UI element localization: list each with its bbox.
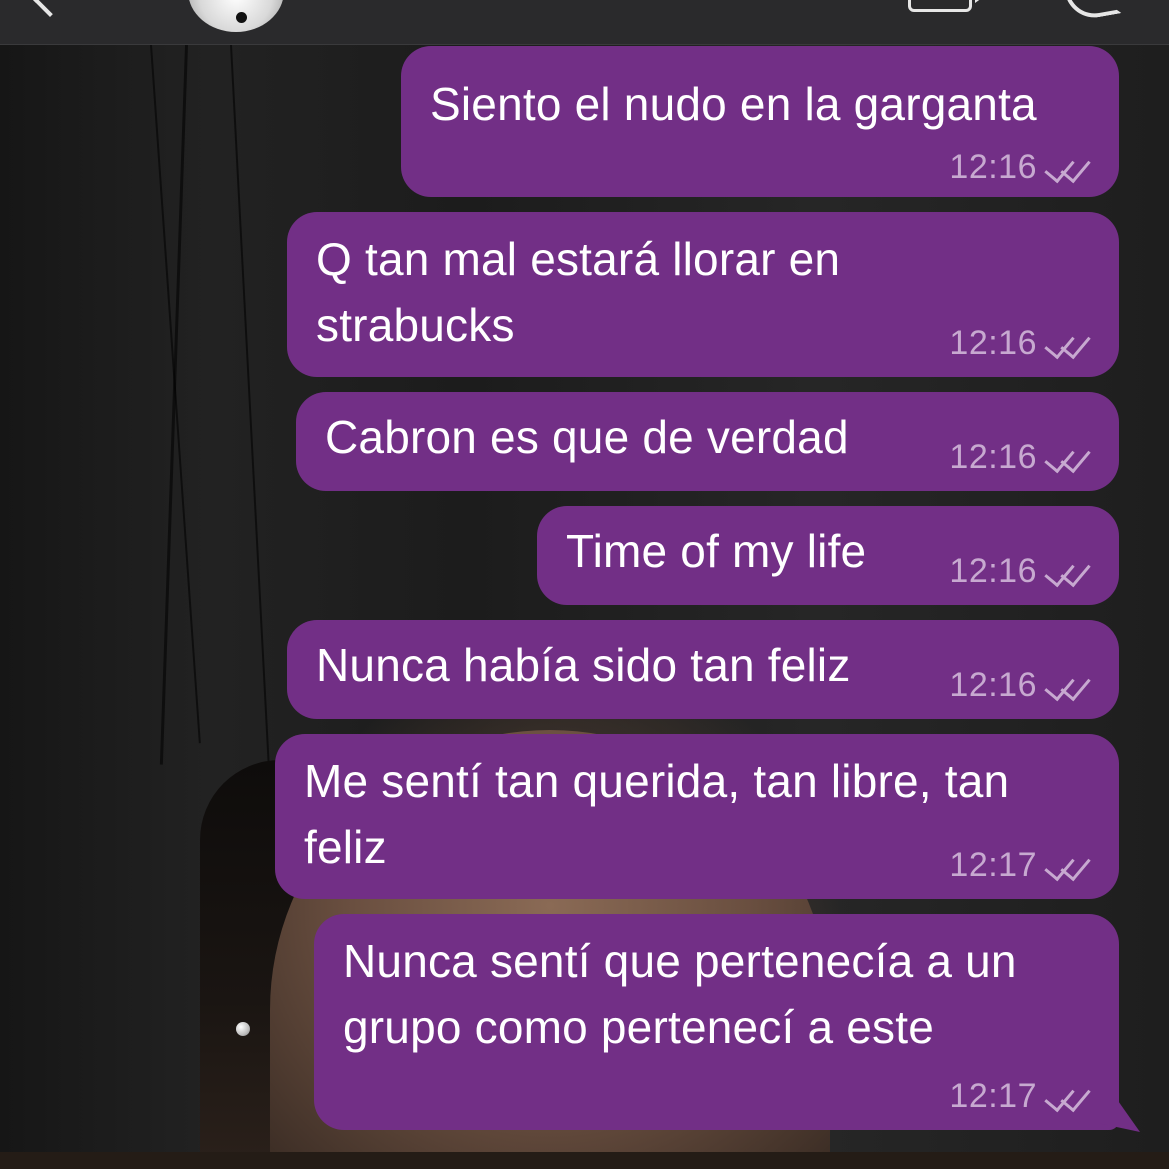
message-meta: 12:16 xyxy=(949,667,1091,703)
message-text-line: Nunca había sido tan feliz xyxy=(316,639,851,691)
message-text-line: Time of my life xyxy=(566,525,867,577)
message-meta: 12:16 xyxy=(949,325,1091,361)
message-text-line: Nunca sentí que pertenecía a un xyxy=(343,935,1017,987)
double-check-icon xyxy=(1044,555,1091,588)
double-check-icon xyxy=(1044,669,1091,702)
wallpaper-shadow-line xyxy=(230,44,274,844)
chevron-left-icon[interactable] xyxy=(33,0,67,17)
double-check-icon xyxy=(1044,849,1091,882)
double-check-icon xyxy=(1044,151,1091,184)
message-bubble[interactable]: Nunca sentí que pertenecía a un grupo co… xyxy=(314,914,1119,1130)
message-bubble[interactable]: Cabron es que de verdad 12:16 xyxy=(296,392,1119,491)
message-meta: 12:16 xyxy=(949,553,1091,589)
message-time: 12:16 xyxy=(949,552,1037,590)
message-time: 12:16 xyxy=(949,324,1037,362)
phone-call-icon[interactable] xyxy=(1062,0,1122,23)
message-text-line: Siento el nudo en la garganta xyxy=(430,78,1037,130)
double-check-icon xyxy=(1044,327,1091,360)
avatar[interactable] xyxy=(188,0,284,32)
message-bubble[interactable]: Siento el nudo en la garganta 12:16 xyxy=(401,46,1119,197)
message-bubble[interactable]: Time of my life 12:16 xyxy=(537,506,1119,605)
double-check-icon xyxy=(1044,441,1091,474)
message-bubble[interactable]: Nunca había sido tan feliz 12:16 xyxy=(287,620,1119,719)
message-time: 12:16 xyxy=(949,666,1037,704)
message-text-line: feliz xyxy=(304,821,387,873)
chat-screen: Siento el nudo en la garganta 12:16 Q ta… xyxy=(0,0,1169,1169)
wallpaper-shadow-line xyxy=(159,45,188,765)
message-text-line: Me sentí tan querida, tan libre, tan xyxy=(304,755,1010,807)
avatar-detail xyxy=(236,12,247,23)
message-bubble[interactable]: Q tan mal estará llorar en strabucks 12:… xyxy=(287,212,1119,377)
message-meta: 12:16 xyxy=(949,149,1091,185)
message-meta: 12:16 xyxy=(949,439,1091,475)
bottom-edge xyxy=(0,1152,1169,1169)
video-call-icon[interactable] xyxy=(908,0,989,12)
message-text-line: grupo como pertenecí a este xyxy=(343,1001,934,1053)
message-time: 12:17 xyxy=(949,846,1037,884)
message-time: 12:17 xyxy=(949,1077,1037,1115)
wallpaper-photo-earring xyxy=(236,1022,250,1036)
message-meta: 12:17 xyxy=(949,1078,1091,1114)
message-time: 12:16 xyxy=(949,438,1037,476)
message-text-line: strabucks xyxy=(316,299,515,351)
message-time: 12:16 xyxy=(949,148,1037,186)
message-bubble[interactable]: Me sentí tan querida, tan libre, tan fel… xyxy=(275,734,1119,899)
message-text-line: Cabron es que de verdad xyxy=(325,411,849,463)
message-meta: 12:17 xyxy=(949,847,1091,883)
double-check-icon xyxy=(1044,1080,1091,1113)
message-text-line: Q tan mal estará llorar en xyxy=(316,233,841,285)
chat-header xyxy=(0,0,1169,45)
